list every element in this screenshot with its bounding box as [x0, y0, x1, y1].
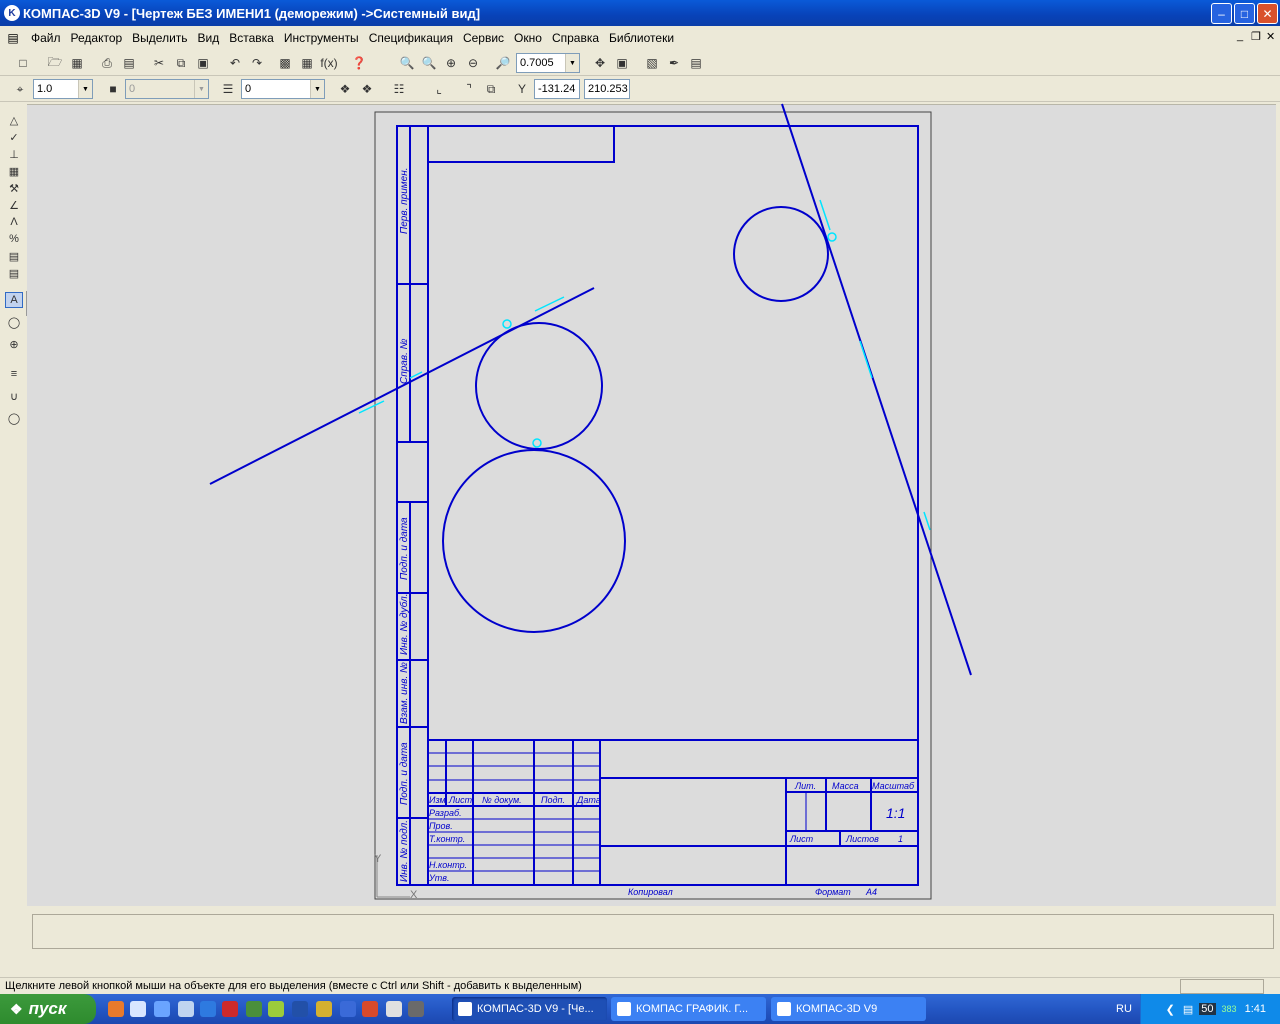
side-label-vzam: Взам. инв. № [399, 662, 410, 724]
stamp-scale-value: 1:1 [886, 805, 905, 821]
stamp-nkontr: Н.контр. [429, 860, 467, 870]
start-button[interactable]: ❖ пуск [0, 994, 96, 1024]
kompas-book-icon [777, 1002, 791, 1016]
copied-label: Копировал [628, 887, 673, 897]
side-label-podp2: Подп. и дата [399, 742, 410, 805]
quicklaunch-browser-icon[interactable] [362, 1001, 378, 1017]
side-label-sprav: Справ. № [399, 338, 410, 384]
quicklaunch-desktop-icon[interactable] [130, 1001, 146, 1017]
stamp-list: Лист [448, 795, 473, 805]
tray-network-icon[interactable]: ▤ [1183, 1003, 1193, 1016]
stamp-scale: Масштаб [872, 781, 915, 791]
stamp-utv: Утв. [428, 873, 449, 883]
quicklaunch-ie-icon[interactable] [200, 1001, 216, 1017]
clock: 1:41 [1244, 1003, 1266, 1015]
side-label-perv: Перв. примен. [399, 168, 410, 234]
quicklaunch-word-icon[interactable] [292, 1001, 308, 1017]
word-task-icon [617, 1002, 631, 1016]
system-tray: ❮ ▤ 50 383 1:41 [1140, 994, 1280, 1024]
quicklaunch-doc-icon[interactable] [178, 1001, 194, 1017]
quicklaunch-tool-icon[interactable] [246, 1001, 262, 1017]
tray-badge-1[interactable]: 50 [1199, 1003, 1216, 1015]
task-kompas-drawing[interactable]: КОМПАС-3D V9 - [Че... [452, 997, 607, 1021]
tray-arrow-icon[interactable]: ❮ [1166, 1003, 1175, 1016]
stamp-podp: Подп. [541, 795, 565, 805]
quicklaunch-search-icon[interactable] [340, 1001, 356, 1017]
format-value: А4 [865, 887, 877, 897]
quicklaunch-app-icon[interactable] [108, 1001, 124, 1017]
stamp-mass: Масса [832, 781, 859, 791]
task-kompas-app[interactable]: КОМПАС-3D V9 [771, 997, 926, 1021]
format-label: Формат [815, 887, 851, 897]
stamp-prov: Пров. [429, 821, 453, 831]
side-label-dubl: Инв. № дубл. [398, 594, 410, 656]
quicklaunch-v-icon[interactable] [268, 1001, 284, 1017]
status-bar: Щелкните левой кнопкой мыши на объекте д… [0, 977, 1280, 994]
stamp-lit: Лит. [794, 781, 816, 791]
stamp-izm: Изм. [429, 795, 448, 805]
stamp-sheet: Лист [789, 834, 814, 844]
property-panel [32, 914, 1274, 949]
stamp-data: Дата [576, 795, 601, 805]
axis-x-label: X [410, 889, 418, 901]
status-panel [1180, 978, 1264, 994]
language-indicator[interactable]: RU [1116, 1003, 1132, 1015]
status-message: Щелкните левой кнопкой мыши на объекте д… [5, 980, 582, 992]
task-kompas-graphic[interactable]: КОМПАС ГРАФИК. Г... [611, 997, 766, 1021]
quicklaunch-media-icon[interactable] [154, 1001, 170, 1017]
windows-logo-icon: ❖ [10, 1000, 23, 1017]
quicklaunch-save-icon[interactable] [222, 1001, 238, 1017]
side-label-podp1: Подп. и дата [399, 517, 410, 580]
quicklaunch-pen-icon[interactable] [408, 1001, 424, 1017]
axis-y-label: Y [374, 853, 382, 865]
stamp-razrab: Разраб. [429, 808, 462, 818]
quicklaunch-player-icon[interactable] [386, 1001, 402, 1017]
stamp-sheets-value: 1 [898, 834, 903, 844]
stamp-sheets: Листов [845, 834, 879, 844]
side-label-podl: Инв. № подл. [399, 820, 410, 882]
quicklaunch-archive-icon[interactable] [316, 1001, 332, 1017]
drawing-sheet[interactable]: Перв. примен. Справ. № Подп. и дата Инв.… [0, 0, 1280, 1024]
stamp-tkontr: Т.контр. [429, 834, 465, 844]
kompas-task-icon [458, 1002, 472, 1016]
tray-badge-2[interactable]: 383 [1222, 1004, 1237, 1014]
stamp-doc: № докум. [482, 795, 522, 805]
